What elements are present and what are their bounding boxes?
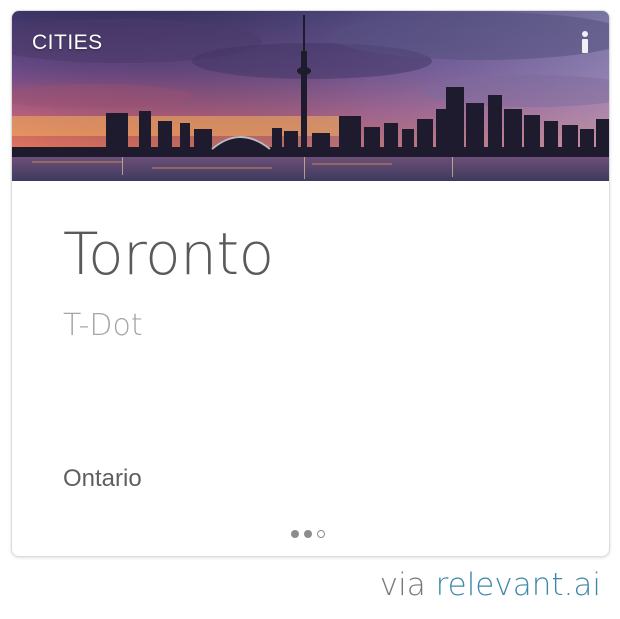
city-nickname: T-Dot xyxy=(63,308,143,343)
page-dot-1[interactable] xyxy=(291,530,299,538)
page-dot-3[interactable] xyxy=(317,530,325,538)
pagination-dots[interactable] xyxy=(291,529,325,539)
province-label: Ontario xyxy=(63,465,142,492)
info-icon[interactable] xyxy=(579,29,593,55)
via-text: via xyxy=(379,567,426,603)
info-icon-bar xyxy=(582,39,588,53)
city-card[interactable]: CITIES Toronto T-Dot Ontario xyxy=(11,10,610,557)
category-label: CITIES xyxy=(32,31,103,54)
attribution[interactable]: via relevant.ai xyxy=(380,570,601,601)
hero-image: CITIES xyxy=(12,11,609,181)
info-icon-dot xyxy=(582,31,588,37)
page-dot-2[interactable] xyxy=(304,530,312,538)
city-name: Toronto xyxy=(63,220,274,288)
brand-link[interactable]: relevant.ai xyxy=(436,567,601,603)
